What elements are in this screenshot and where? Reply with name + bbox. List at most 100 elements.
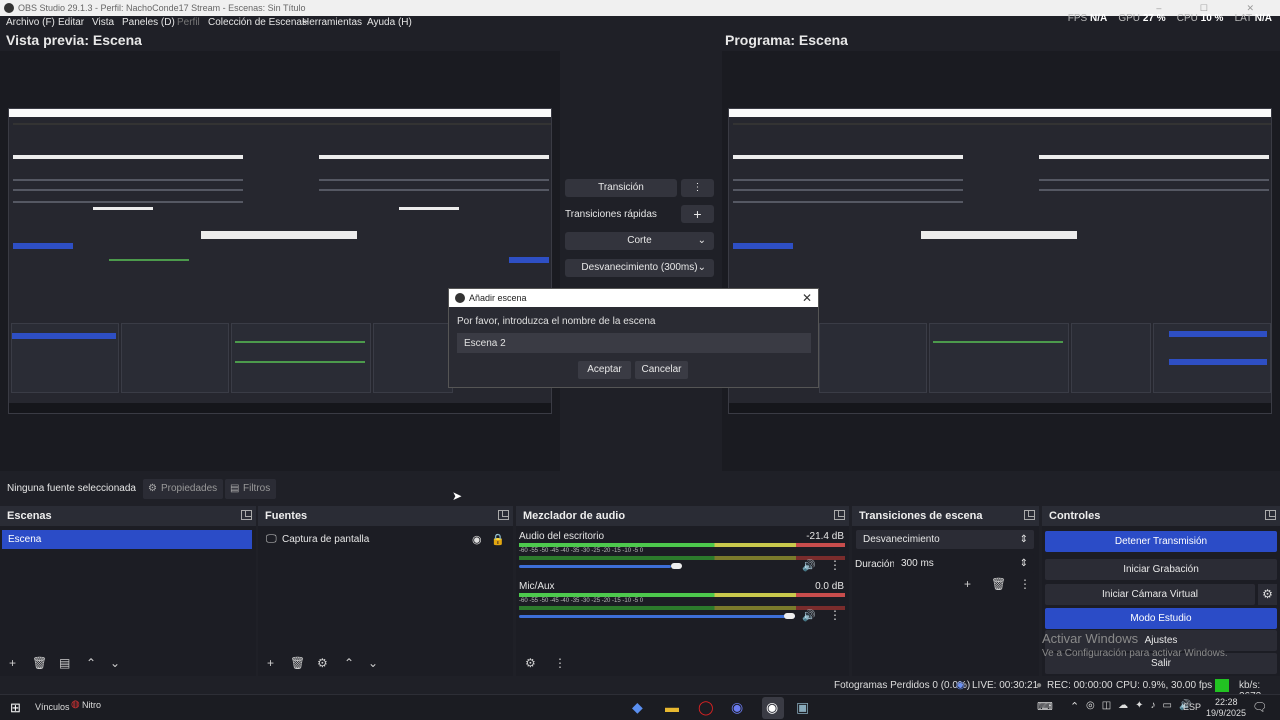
transition-type-select[interactable]: Desvanecimiento ⇕ bbox=[856, 530, 1034, 549]
level-meter bbox=[519, 543, 845, 547]
mixer-dock-header: Mezclador de audio bbox=[516, 506, 849, 526]
opera-icon[interactable]: ◯ bbox=[698, 699, 714, 716]
undock-icon[interactable] bbox=[241, 510, 252, 520]
scenes-dock-header: Escenas bbox=[0, 506, 256, 526]
trash-icon[interactable]: 🗑 bbox=[32, 656, 47, 670]
language-indicator[interactable]: ESP bbox=[1183, 702, 1201, 712]
undock-icon[interactable] bbox=[1265, 510, 1276, 520]
obs-taskbar-icon[interactable]: ◉ bbox=[766, 699, 778, 716]
program-title: Programa: Escena bbox=[725, 32, 848, 48]
chevron-down-icon: ⌄ bbox=[697, 262, 706, 273]
preview-pane[interactable] bbox=[0, 51, 560, 471]
no-source-label: Ninguna fuente seleccionada bbox=[7, 483, 136, 494]
transition-menu-icon[interactable]: ⋮ bbox=[681, 179, 714, 197]
transition-button[interactable]: Transición bbox=[565, 179, 677, 197]
performance-stats: FPS N/A GPU 27 % CPU 10 % LAT N/A bbox=[1068, 13, 1272, 24]
gpu-value: 27 % bbox=[1142, 13, 1166, 24]
properties-button[interactable]: ⚙ Propiedades bbox=[143, 479, 224, 499]
sources-title: Fuentes bbox=[265, 510, 308, 522]
volume-knob[interactable] bbox=[784, 613, 795, 619]
menu-herramientas[interactable]: Herramientas bbox=[302, 17, 362, 28]
undock-icon[interactable] bbox=[834, 510, 845, 520]
speaker-icon[interactable]: 🔊 bbox=[802, 609, 816, 622]
scene-name-input[interactable] bbox=[457, 333, 811, 353]
sources-dock-header: Fuentes bbox=[258, 506, 513, 526]
quick-transition-cut[interactable]: Corte ⌄ bbox=[565, 232, 714, 250]
add-quick-transition-icon[interactable]: + bbox=[681, 205, 714, 223]
channel-db: 0.0 dB bbox=[815, 581, 844, 592]
menu-ayuda[interactable]: Ayuda (H) bbox=[367, 17, 412, 28]
move-down-icon[interactable]: ⌄ bbox=[110, 656, 120, 670]
volume-knob[interactable] bbox=[671, 563, 682, 569]
add-icon[interactable]: + bbox=[9, 656, 16, 670]
menu-editar[interactable]: Editar bbox=[58, 17, 84, 28]
controls-title: Controles bbox=[1049, 510, 1101, 522]
nitro-label[interactable]: Nitro bbox=[82, 700, 101, 710]
source-item[interactable]: 🖵 Captura de pantalla ◉ 🔒 bbox=[258, 530, 513, 549]
lock-icon[interactable]: 🔒 bbox=[491, 533, 505, 546]
eye-icon[interactable]: ◉ bbox=[472, 533, 482, 546]
more-icon[interactable]: ⋮ bbox=[829, 558, 841, 572]
tray-icons[interactable]: ◎◫☁✦♪▭🔊 bbox=[1086, 700, 1198, 711]
more-icon[interactable]: ⋮ bbox=[1019, 577, 1031, 591]
add-icon[interactable]: + bbox=[267, 656, 274, 670]
add-icon[interactable]: + bbox=[964, 577, 971, 591]
menu-coleccion-escenas[interactable]: Colección de Escenas bbox=[208, 17, 307, 28]
menu-paneles[interactable]: Paneles (D) bbox=[122, 17, 175, 28]
stop-stream-button[interactable]: Detener Transmisión bbox=[1045, 531, 1277, 552]
copilot-icon[interactable]: ◆ bbox=[632, 699, 643, 716]
keyboard-icon[interactable]: ⌨ bbox=[1037, 700, 1053, 713]
start-recording-button[interactable]: Iniciar Grabación bbox=[1045, 559, 1277, 580]
lat-value: N/A bbox=[1254, 13, 1272, 24]
move-down-icon[interactable]: ⌄ bbox=[368, 656, 378, 670]
volume-slider[interactable] bbox=[519, 615, 795, 618]
cpu-label: CPU bbox=[1176, 13, 1198, 24]
rec-time: REC: 00:00:00 bbox=[1047, 680, 1113, 691]
advanced-audio-icon[interactable]: ⚙ bbox=[525, 656, 536, 670]
undock-icon[interactable] bbox=[1024, 510, 1035, 520]
gear-icon[interactable]: ⚙ bbox=[317, 656, 328, 670]
channel-db: -21.4 dB bbox=[806, 531, 844, 542]
start-virtual-camera-button[interactable]: Iniciar Cámara Virtual bbox=[1045, 584, 1255, 605]
filters-button[interactable]: ▤ Filtros bbox=[225, 479, 277, 499]
discord-icon[interactable]: ◉ bbox=[731, 699, 743, 716]
clock-date[interactable]: 19/9/2025 bbox=[1206, 708, 1246, 718]
source-name: Captura de pantalla bbox=[282, 534, 370, 545]
more-icon[interactable]: ⋮ bbox=[554, 656, 566, 670]
level-meter bbox=[519, 593, 845, 597]
move-up-icon[interactable]: ⌃ bbox=[344, 656, 354, 670]
nitro-icon[interactable]: ◍ bbox=[71, 699, 80, 710]
studio-mode-button[interactable]: Modo Estudio bbox=[1045, 608, 1277, 629]
ok-button[interactable]: Aceptar bbox=[578, 361, 631, 379]
links-toolbar[interactable]: Vínculos bbox=[35, 702, 70, 712]
undock-icon[interactable] bbox=[498, 510, 509, 520]
close-icon[interactable]: ✕ bbox=[802, 289, 812, 307]
cancel-button[interactable]: Cancelar bbox=[635, 361, 688, 379]
camera-app-icon[interactable]: ▣ bbox=[796, 699, 809, 716]
folder-icon[interactable]: ▬ bbox=[665, 699, 679, 715]
menu-vista[interactable]: Vista bbox=[92, 17, 114, 28]
scene-item[interactable]: Escena bbox=[2, 530, 252, 549]
windows-start-icon[interactable]: ⊞ bbox=[10, 700, 21, 716]
quick-transition-fade[interactable]: Desvanecimiento (300ms) ⌄ bbox=[565, 259, 714, 277]
fps-label: FPS bbox=[1067, 13, 1088, 24]
speaker-icon[interactable]: 🔊 bbox=[802, 559, 816, 572]
volume-slider[interactable] bbox=[519, 565, 671, 568]
tray-chevron-up-icon[interactable]: ⌃ bbox=[1070, 700, 1079, 713]
menu-archivo[interactable]: Archivo (F) bbox=[6, 17, 55, 28]
menu-perfil[interactable]: Perfil bbox=[177, 17, 200, 28]
level-meter bbox=[519, 556, 845, 560]
more-icon[interactable]: ⋮ bbox=[829, 608, 841, 622]
trash-icon[interactable]: 🗑 bbox=[991, 577, 1006, 591]
live-time: LIVE: 00:30:21 bbox=[972, 680, 1039, 691]
gear-icon[interactable]: ⚙ bbox=[1258, 584, 1277, 605]
duration-spinbox[interactable]: 300 ms ⇕ bbox=[894, 554, 1034, 573]
move-up-icon[interactable]: ⌃ bbox=[86, 656, 96, 670]
notifications-icon[interactable]: 🗨 bbox=[1252, 700, 1267, 714]
mouse-cursor-icon: ➤ bbox=[452, 489, 463, 503]
windows-taskbar: ⊞ Vínculos ◍ Nitro ◆ ▬ ◯ ◉ ◉ ▣ ⌨ ⌃ ◎◫☁✦♪… bbox=[0, 694, 1280, 720]
fps-value: N/A bbox=[1090, 13, 1108, 24]
clock-time[interactable]: 22:28 bbox=[1215, 697, 1238, 707]
trash-icon[interactable]: 🗑 bbox=[290, 656, 305, 670]
filter-icon[interactable]: ▤ bbox=[59, 656, 70, 670]
